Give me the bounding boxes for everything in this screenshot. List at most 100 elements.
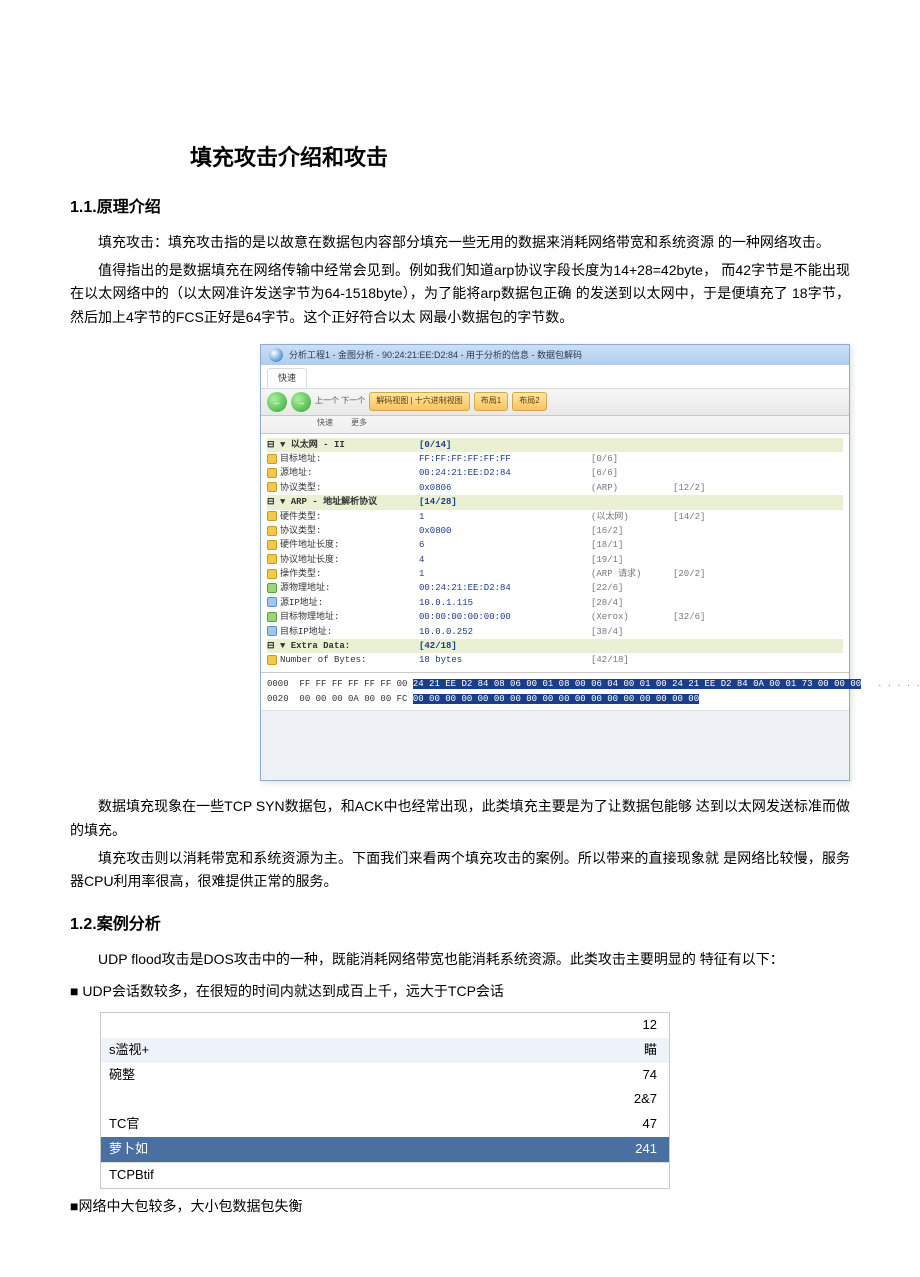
subtab-quick[interactable]: 快速 — [317, 417, 333, 430]
field-value: 1 — [419, 510, 589, 524]
tree-field-row[interactable]: Number of Bytes: 18 bytes[42/18] — [267, 653, 843, 667]
hex-row-0: 0000 FF FF FF FF FF FF 00 24 21 EE D2 84… — [267, 677, 843, 692]
layout-2-button[interactable]: 布局2 — [512, 392, 546, 411]
field-offset: [32/6] — [673, 610, 705, 624]
field-value: [0/14] — [419, 438, 589, 452]
field-icon — [267, 583, 277, 593]
hex-bytes-selected: 00 00 00 00 00 00 00 00 00 00 00 00 00 0… — [413, 694, 699, 704]
bullet-1: ■ UDP会话数较多，在很短的时间内就达到成百上千，远大于TCP会话 — [70, 980, 850, 1002]
collapse-icon[interactable]: ⊟ ▼ — [267, 641, 291, 651]
cell-value — [589, 1163, 669, 1188]
hex-bytes-selected: 24 21 EE D2 84 08 06 00 01 08 00 06 04 0… — [413, 679, 861, 689]
field-icon — [267, 655, 277, 665]
paragraph-5: UDP flood攻击是DOS攻击中的一种，既能消耗网络带宽也能消耗系统资源。此… — [70, 948, 850, 972]
tab-quick[interactable]: 快速 — [267, 368, 307, 387]
field-label: 源地址: — [280, 468, 312, 478]
hex-row-1: 0020 00 00 00 0A 00 00 FC 00 00 00 00 00… — [267, 692, 843, 706]
hex-offset: 0020 — [267, 694, 289, 704]
cell-label — [101, 1087, 589, 1112]
collapse-icon[interactable]: ⊟ ▼ — [267, 440, 291, 450]
field-value: 10.0.1.115 — [419, 596, 589, 610]
tree-field-row[interactable]: 协议类型: 0x0800[16/2] — [267, 524, 843, 538]
tree-field-row[interactable]: 源物理地址: 00:24:21:EE:D2:84[22/6] — [267, 581, 843, 595]
field-label: 协议类型: — [280, 526, 321, 536]
field-value: [14/28] — [419, 495, 589, 509]
field-label: 源IP地址: — [280, 598, 323, 608]
field-label: 目标地址: — [280, 454, 321, 464]
nav-label: 上一个 下一个 — [315, 395, 365, 408]
tree-field-row[interactable]: 目标物理地址:00:00:00:00:00:00(Xerox)[32/6] — [267, 610, 843, 624]
tree-field-row[interactable]: 协议地址长度:4[19/1] — [267, 553, 843, 567]
field-meta: [22/6] — [591, 581, 671, 595]
tree-root-row[interactable]: ⊟ ▼ Extra Data: [42/18] — [267, 639, 843, 653]
cell-label: 碗整 — [101, 1063, 589, 1088]
layout-1-button[interactable]: 布局1 — [474, 392, 508, 411]
tree-field-row[interactable]: 硬件地址长度:6[18/1] — [267, 538, 843, 552]
tree-field-row[interactable]: 协议类型:0x0806(ARP)[12/2] — [267, 481, 843, 495]
field-value: 00:24:21:EE:D2:84 — [419, 466, 589, 480]
view-group-decode-hex[interactable]: 解码视图 | 十六进制视图 — [369, 392, 470, 411]
field-icon — [267, 626, 277, 636]
cell-label — [101, 1013, 589, 1038]
hex-pane: 0000 FF FF FF FF FF FF 00 24 21 EE D2 84… — [261, 672, 849, 710]
field-icon — [267, 526, 277, 536]
cell-value: 241 — [589, 1137, 669, 1162]
table-row: s滥视+ 瞄 — [101, 1038, 669, 1063]
field-value: 1 — [419, 567, 589, 581]
field-value: 18 bytes — [419, 653, 589, 667]
field-value: 4 — [419, 553, 589, 567]
window-titlebar: 分析工程1 - 金图分析 - 90:24:21:EE:D2:84 - 用于分析的… — [261, 345, 849, 365]
tree-field-row[interactable]: 源地址: 00:24:21:EE:D2:84[6/6] — [267, 466, 843, 480]
field-value: [42/18] — [419, 639, 589, 653]
field-icon — [267, 612, 277, 622]
field-value: 0x0806 — [419, 481, 589, 495]
document-page: 填充攻击介绍和攻击 1.1.原理介绍 填充攻击：填充攻击指的是以故意在数据包内容… — [0, 0, 920, 1277]
field-label: 目标物理地址: — [280, 612, 339, 622]
tree-field-row[interactable]: 目标IP地址:10.0.0.252[38/4] — [267, 625, 843, 639]
field-meta: (以太网) — [591, 510, 671, 524]
field-meta: [42/18] — [591, 653, 671, 667]
app-logo-icon — [269, 348, 283, 362]
field-label: Number of Bytes: — [280, 655, 366, 665]
field-icon — [267, 511, 277, 521]
table-row: 碗整 74 — [101, 1063, 669, 1088]
tree-field-row[interactable]: 硬件类型:1(以太网)[14/2] — [267, 510, 843, 524]
hex-offset: 0000 — [267, 679, 289, 689]
tab-strip: 快速 — [261, 365, 849, 388]
field-meta: [28/4] — [591, 596, 671, 610]
nav-next-button[interactable]: → — [291, 392, 311, 412]
window-title-text: 分析工程1 - 金图分析 - 90:24:21:EE:D2:84 - 用于分析的… — [289, 348, 582, 362]
field-label: 源物理地址: — [280, 583, 330, 593]
field-value: 6 — [419, 538, 589, 552]
section-1-2-heading: 1.2.案例分析 — [70, 912, 850, 938]
field-value: FF:FF:FF:FF:FF:FF — [419, 452, 589, 466]
cell-value: 2&7 — [589, 1087, 669, 1112]
subtab-more[interactable]: 更多 — [351, 417, 367, 430]
field-offset: [20/2] — [673, 567, 705, 581]
field-label: 协议类型: — [280, 483, 321, 493]
nav-prev-button[interactable]: ← — [267, 392, 287, 412]
collapse-icon[interactable]: ⊟ ▼ — [267, 497, 291, 507]
tree-field-row[interactable]: 源IP地址: 10.0.1.115[28/4] — [267, 596, 843, 610]
section-1-1-heading: 1.1.原理介绍 — [70, 195, 850, 221]
hex-bytes-plain: 00 00 00 0A 00 00 FC — [299, 694, 412, 704]
field-meta: [16/2] — [591, 524, 671, 538]
tree-field-row[interactable]: 目标地址:FF:FF:FF:FF:FF:FF[0/6] — [267, 452, 843, 466]
field-meta: [38/4] — [591, 625, 671, 639]
page-title: 填充攻击介绍和攻击 — [70, 140, 850, 175]
field-meta: [6/6] — [591, 466, 671, 480]
field-value: 00:24:21:EE:D2:84 — [419, 581, 589, 595]
window-bottom-area — [261, 710, 849, 780]
decode-tree-pane: ⊟ ▼ 以太网 - II[0/14] 目标地址: FF:FF:FF:FF:FF:FF… — [261, 434, 849, 672]
cell-value: 12 — [589, 1013, 669, 1038]
cell-label: 萝卜如 — [101, 1137, 589, 1162]
field-label: 目标IP地址: — [280, 627, 332, 637]
field-icon — [267, 540, 277, 550]
field-label: Extra Data: — [291, 641, 350, 651]
tree-root-row[interactable]: ⊟ ▼ ARP - 地址解析协议[14/28] — [267, 495, 843, 509]
tree-root-row[interactable]: ⊟ ▼ 以太网 - II[0/14] — [267, 438, 843, 452]
field-value: 0x0800 — [419, 524, 589, 538]
tree-field-row[interactable]: 操作类型:1(ARP 请求)[20/2] — [267, 567, 843, 581]
table-row: TCPBtif — [101, 1162, 669, 1188]
cell-value: 47 — [589, 1112, 669, 1137]
